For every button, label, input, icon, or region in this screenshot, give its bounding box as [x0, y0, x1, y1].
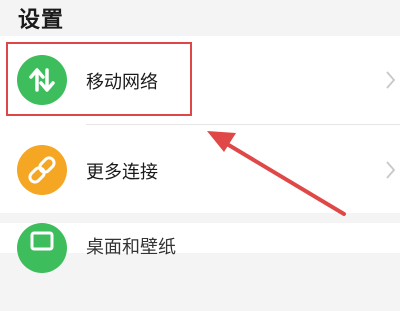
chevron-right-icon	[386, 71, 396, 89]
settings-group-display: 桌面和壁纸	[0, 223, 400, 273]
settings-item-label: 桌面和壁纸	[86, 237, 176, 258]
wallpaper-icon	[17, 223, 67, 273]
settings-item-label: 更多连接	[86, 162, 158, 183]
page-title: 设置	[18, 8, 65, 33]
chevron-right-icon	[386, 161, 396, 179]
settings-item-desktop-wallpaper[interactable]: 桌面和壁纸	[0, 223, 400, 311]
highlight-box	[6, 42, 192, 116]
divider	[86, 124, 400, 125]
link-icon	[17, 145, 67, 195]
settings-item-more-connections[interactable]: 更多连接	[0, 126, 400, 214]
